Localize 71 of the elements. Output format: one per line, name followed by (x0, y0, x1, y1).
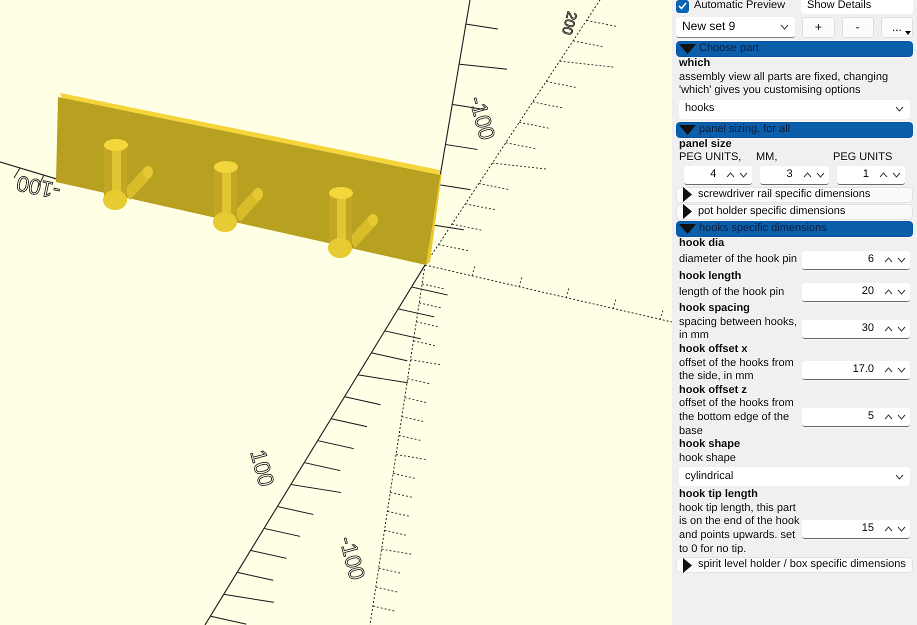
spinbox-field[interactable]: 30 (802, 320, 910, 339)
expand-triangle-icon[interactable] (683, 558, 692, 573)
chevron-up-icon[interactable] (726, 172, 736, 178)
chevron-up-icon[interactable] (884, 289, 893, 296)
parameter-dropdown[interactable]: cylindrical (679, 467, 910, 486)
chevron-down-icon[interactable] (897, 326, 906, 332)
axis-label: 100 (245, 447, 280, 490)
spinbox-field[interactable]: 15 (802, 520, 910, 539)
3d-viewport[interactable]: 200 -100 -100 100 -100 (0, 0, 672, 625)
chevron-down-icon[interactable] (897, 256, 906, 263)
view-mode-dropdown[interactable]: Show Details (801, 0, 913, 14)
chevron-down-icon[interactable] (895, 106, 904, 112)
parameter-description: assembly view all parts are fixed, changing 'which' gives you customising options (678, 70, 890, 98)
chevron-up-icon[interactable] (802, 172, 812, 178)
chevron-up-icon[interactable] (879, 172, 888, 178)
collapse-triangle-icon[interactable] (679, 124, 696, 135)
parameter-description: length of the hook pin (679, 286, 786, 300)
preset-button[interactable]: + (802, 17, 835, 38)
parameter-name: hook length (678, 270, 742, 284)
vector-label: PEG UNITS, (679, 151, 742, 165)
parameter-description: hook tip length, this part is on the end of the hook and points upwards. set to 0 for no tip. (679, 502, 800, 556)
chevron-down-icon[interactable] (895, 474, 904, 480)
spinbox-field[interactable]: 1 (836, 166, 905, 185)
parameter-description: hook shape (678, 452, 737, 466)
spinbox-field[interactable]: 5 (802, 408, 910, 428)
vector-label: MM, (756, 151, 778, 165)
parameter-name: hook spacing (678, 302, 751, 316)
chevron-down-icon[interactable] (897, 366, 906, 373)
parameter-dropdown[interactable]: hooks (679, 100, 910, 119)
chevron-up-icon[interactable] (884, 366, 893, 373)
spinbox-field[interactable]: 20 (802, 283, 910, 302)
spinbox-field[interactable]: 17.0 (802, 360, 910, 380)
section-header[interactable]: screwdriver rail specific dimensions (676, 186, 913, 203)
checkbox[interactable] (676, 0, 689, 12)
section-header[interactable]: spirit level holder / box specific dimensions (676, 557, 913, 574)
chevron-down-icon[interactable] (739, 172, 748, 178)
chevron-up-icon[interactable] (884, 414, 893, 420)
section-header[interactable]: pot holder specific dimensions (676, 204, 913, 220)
vector-label: PEG UNITS (833, 151, 894, 165)
chevron-down-icon[interactable] (897, 289, 906, 296)
axis-label: -100 (14, 170, 63, 204)
collapse-triangle-icon[interactable] (679, 44, 696, 54)
checkbox-label[interactable]: Automatic Preview (694, 0, 786, 13)
preset-dropdown[interactable]: New set 9 (676, 17, 796, 38)
parameter-description: diameter of the hook pin (679, 253, 798, 267)
chevron-up-icon[interactable] (884, 326, 893, 332)
chevron-up-icon[interactable] (884, 256, 893, 263)
parameter-name: hook tip length (678, 488, 759, 502)
spinbox-field[interactable]: 4 (684, 166, 752, 185)
axis-label: -100 (464, 94, 500, 143)
chevron-up-icon[interactable] (884, 526, 893, 532)
chevron-down-icon[interactable] (897, 526, 906, 532)
parameter-name: hook offset z (678, 384, 748, 398)
spinbox-field[interactable]: 6 (802, 250, 910, 270)
parameter-name: hook shape (678, 438, 742, 452)
parameter-name: panel size (678, 138, 733, 152)
expand-triangle-icon[interactable] (683, 187, 692, 202)
parameter-name: hook offset x (678, 342, 748, 357)
dropdown-arrow-icon[interactable] (905, 31, 911, 35)
preset-button[interactable]: - (842, 17, 874, 38)
chevron-down-icon[interactable] (780, 24, 790, 30)
chevron-down-icon[interactable] (892, 172, 901, 178)
expand-triangle-icon[interactable] (683, 204, 692, 220)
chevron-down-icon[interactable] (897, 414, 906, 420)
parameter-name: hook dia (678, 236, 726, 251)
spinbox-field[interactable]: 3 (760, 166, 829, 185)
axis-label: 200 (559, 10, 581, 37)
preset-button[interactable]: ... (880, 17, 913, 38)
parameter-name: which (678, 57, 712, 71)
chevron-down-icon[interactable] (816, 172, 825, 178)
axis-label: -100 (334, 534, 370, 583)
